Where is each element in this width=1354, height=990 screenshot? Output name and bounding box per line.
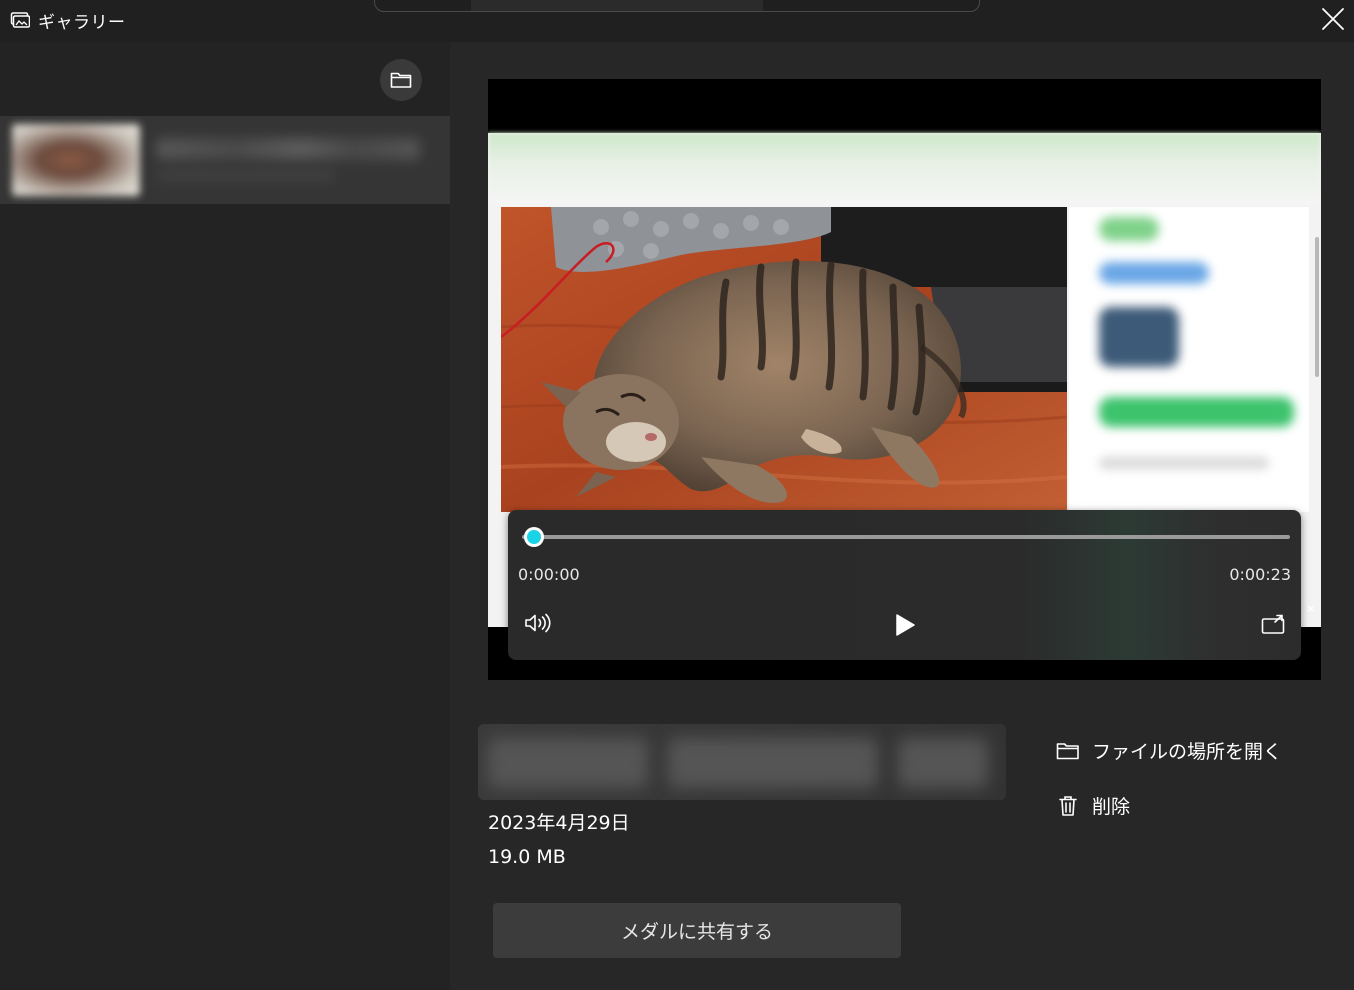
frame-scrollbar — [1315, 237, 1319, 377]
capture-title-blurred — [156, 138, 420, 160]
capture-thumbnail — [12, 124, 140, 196]
mini-close-icon[interactable]: × — [1306, 602, 1315, 615]
top-tab-1[interactable] — [375, 0, 471, 11]
top-tab-strip — [374, 0, 980, 12]
delete-button[interactable]: 削除 — [1056, 792, 1130, 819]
close-icon — [1322, 8, 1344, 30]
media-controls: 0:00:00 0:00:23 — [508, 510, 1301, 660]
blur-block — [1099, 307, 1179, 367]
play-button[interactable] — [894, 613, 916, 641]
play-icon — [896, 614, 915, 636]
time-current: 0:00:00 — [518, 565, 580, 584]
volume-button[interactable] — [524, 612, 552, 638]
top-tab-3[interactable] — [763, 0, 979, 11]
capture-date: 2023年4月29日 — [488, 812, 630, 834]
capture-list-sidebar — [0, 42, 450, 990]
window-title: ギャラリー — [38, 13, 126, 33]
folder-icon — [1056, 742, 1079, 759]
capture-subtitle-blurred — [156, 168, 336, 182]
open-file-location-label: ファイルの場所を開く — [1092, 741, 1283, 763]
capture-file-size: 19.0 MB — [488, 846, 566, 868]
capture-list-item[interactable] — [0, 116, 450, 204]
cat-photo — [501, 207, 1067, 512]
cast-icon — [1261, 614, 1285, 634]
cast-button[interactable] — [1261, 614, 1287, 640]
video-player[interactable]: 0:00:00 0:00:23 × — [488, 79, 1321, 680]
close-button[interactable] — [1316, 4, 1348, 36]
capture-detail-pane: 0:00:00 0:00:23 × 2023年4月29日 19.0 MB メダル… — [450, 42, 1354, 990]
delete-label: 削除 — [1092, 796, 1131, 818]
blur-block — [1099, 262, 1209, 284]
blur-block — [1099, 397, 1294, 427]
share-to-medal-button[interactable]: メダルに共有する — [493, 903, 901, 958]
capture-name-blurred — [478, 724, 1006, 800]
trash-icon — [1059, 795, 1077, 816]
seek-thumb[interactable] — [524, 527, 544, 547]
volume-icon — [525, 613, 551, 633]
title-bar: ギャラリー — [0, 0, 1354, 42]
blur-block — [1099, 457, 1269, 469]
frame-header-blurred — [488, 133, 1321, 205]
folder-icon — [390, 72, 412, 88]
open-file-location-button[interactable]: ファイルの場所を開く — [1056, 737, 1282, 764]
open-folder-button[interactable] — [380, 59, 422, 101]
top-tab-2[interactable] — [471, 0, 763, 11]
frame-side-panel-blurred — [1069, 207, 1309, 512]
blur-block — [1099, 217, 1159, 241]
gallery-icon — [10, 10, 31, 30]
seek-track[interactable] — [522, 535, 1290, 539]
time-total: 0:00:23 — [1229, 565, 1291, 584]
